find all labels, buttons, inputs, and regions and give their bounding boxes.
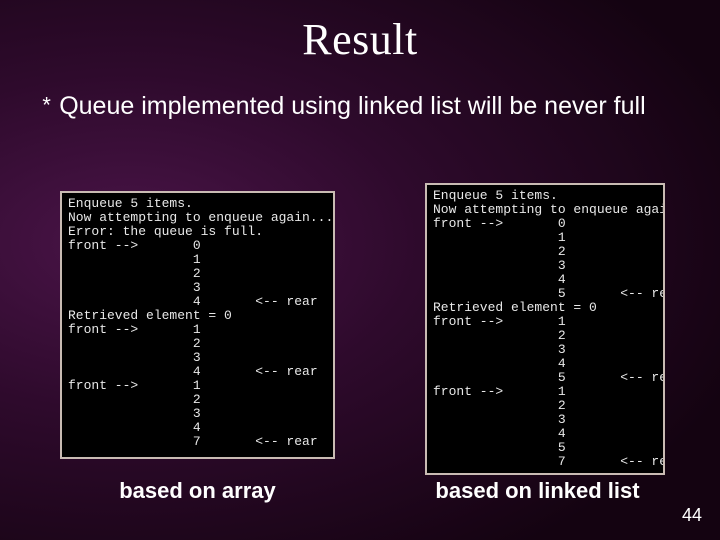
caption-array: based on array — [60, 478, 335, 504]
bullet-text: Queue implemented using linked list will… — [59, 90, 645, 122]
bullet-row: * Queue implemented using linked list wi… — [40, 90, 680, 124]
caption-linkedlist: based on linked list — [400, 478, 675, 504]
page-number: 44 — [682, 505, 702, 526]
page-title: Result — [0, 14, 720, 65]
bullet-marker: * — [40, 92, 53, 124]
slide: Result * Queue implemented using linked … — [0, 0, 720, 540]
console-output-array: Enqueue 5 items. Now attempting to enque… — [60, 191, 335, 459]
console-output-linkedlist: Enqueue 5 items. Now attempting to enque… — [425, 183, 665, 475]
